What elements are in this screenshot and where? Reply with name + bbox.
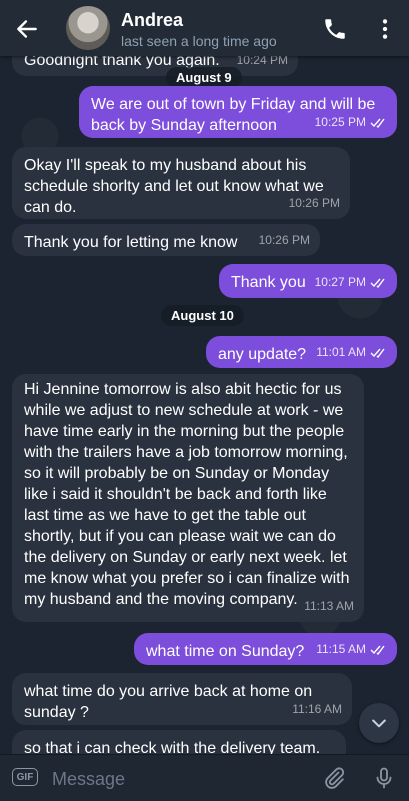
double-check-icon xyxy=(370,348,385,358)
message-incoming[interactable]: so that i can check with the delivery te… xyxy=(12,730,346,754)
message-outgoing[interactable]: Thank you 10:27 PM xyxy=(219,264,397,298)
message-meta: 10:26 PM xyxy=(259,230,310,251)
message-time: 11:16 AM xyxy=(292,702,342,716)
message-incoming[interactable]: Okay I'll speak to my husband about his … xyxy=(12,147,350,219)
date-separator: August 9 xyxy=(166,67,242,88)
message-meta: 10:24 PM xyxy=(237,56,288,71)
message-time: 10:26 PM xyxy=(288,196,340,210)
double-check-icon xyxy=(370,278,385,288)
message-input[interactable] xyxy=(50,765,304,793)
message-incoming[interactable]: Thank you for letting me know 10:26 PM xyxy=(12,224,320,256)
message-meta: 11:01 AM xyxy=(316,342,387,363)
message-time: 10:27 PM xyxy=(314,275,366,289)
contact-name[interactable]: Andrea xyxy=(121,10,183,31)
message-time: 10:26 PM xyxy=(258,233,310,247)
message-meta: 11:16 AM xyxy=(292,699,342,720)
message-composer: GIF xyxy=(0,754,409,801)
message-text: Hi Jennine tomorrow is also abit hectic … xyxy=(24,381,350,608)
message-incoming[interactable]: Hi Jennine tomorrow is also abit hectic … xyxy=(12,374,364,622)
message-outgoing[interactable]: any update? 11:01 AM xyxy=(206,336,397,368)
paperclip-icon[interactable] xyxy=(322,766,346,790)
back-arrow-icon[interactable] xyxy=(14,16,40,42)
message-meta: 11:13 AM xyxy=(304,596,354,617)
message-outgoing[interactable]: what time on Sunday? 11:15 AM xyxy=(134,633,397,665)
chevron-down-icon xyxy=(372,719,386,728)
message-meta: 10:25 PM xyxy=(315,112,387,133)
message-list[interactable]: Goodnight thank you again. 10:24 PM Augu… xyxy=(0,56,409,754)
more-vertical-icon[interactable] xyxy=(372,16,398,42)
scroll-to-bottom-button[interactable] xyxy=(359,703,399,743)
message-time: 11:01 AM xyxy=(316,345,366,359)
message-meta: 11:15 AM xyxy=(316,639,387,660)
message-time: 11:15 AM xyxy=(316,642,366,656)
contact-status: last seen a long time ago xyxy=(121,33,277,49)
date-separator: August 10 xyxy=(161,305,244,326)
phone-icon[interactable] xyxy=(322,16,348,42)
gif-icon[interactable]: GIF xyxy=(12,768,38,786)
message-time: 10:25 PM xyxy=(314,115,366,129)
message-meta: 10:26 PM xyxy=(289,193,340,214)
message-text: so that i can check with the delivery te… xyxy=(24,740,321,754)
double-check-icon xyxy=(370,645,385,655)
message-time: 10:24 PM xyxy=(236,56,288,67)
message-incoming[interactable]: what time do you arrive back at home on … xyxy=(12,673,352,725)
double-check-icon xyxy=(370,118,385,128)
message-outgoing[interactable]: We are out of town by Friday and will be… xyxy=(79,86,397,138)
chat-header: Andrea last seen a long time ago xyxy=(0,0,409,56)
message-meta: 10:27 PM xyxy=(315,272,387,293)
message-time: 11:13 AM xyxy=(304,599,354,613)
message-incoming[interactable]: Goodnight thank you again. 10:24 PM xyxy=(12,56,298,76)
avatar[interactable] xyxy=(66,6,110,50)
microphone-icon[interactable] xyxy=(372,766,396,790)
